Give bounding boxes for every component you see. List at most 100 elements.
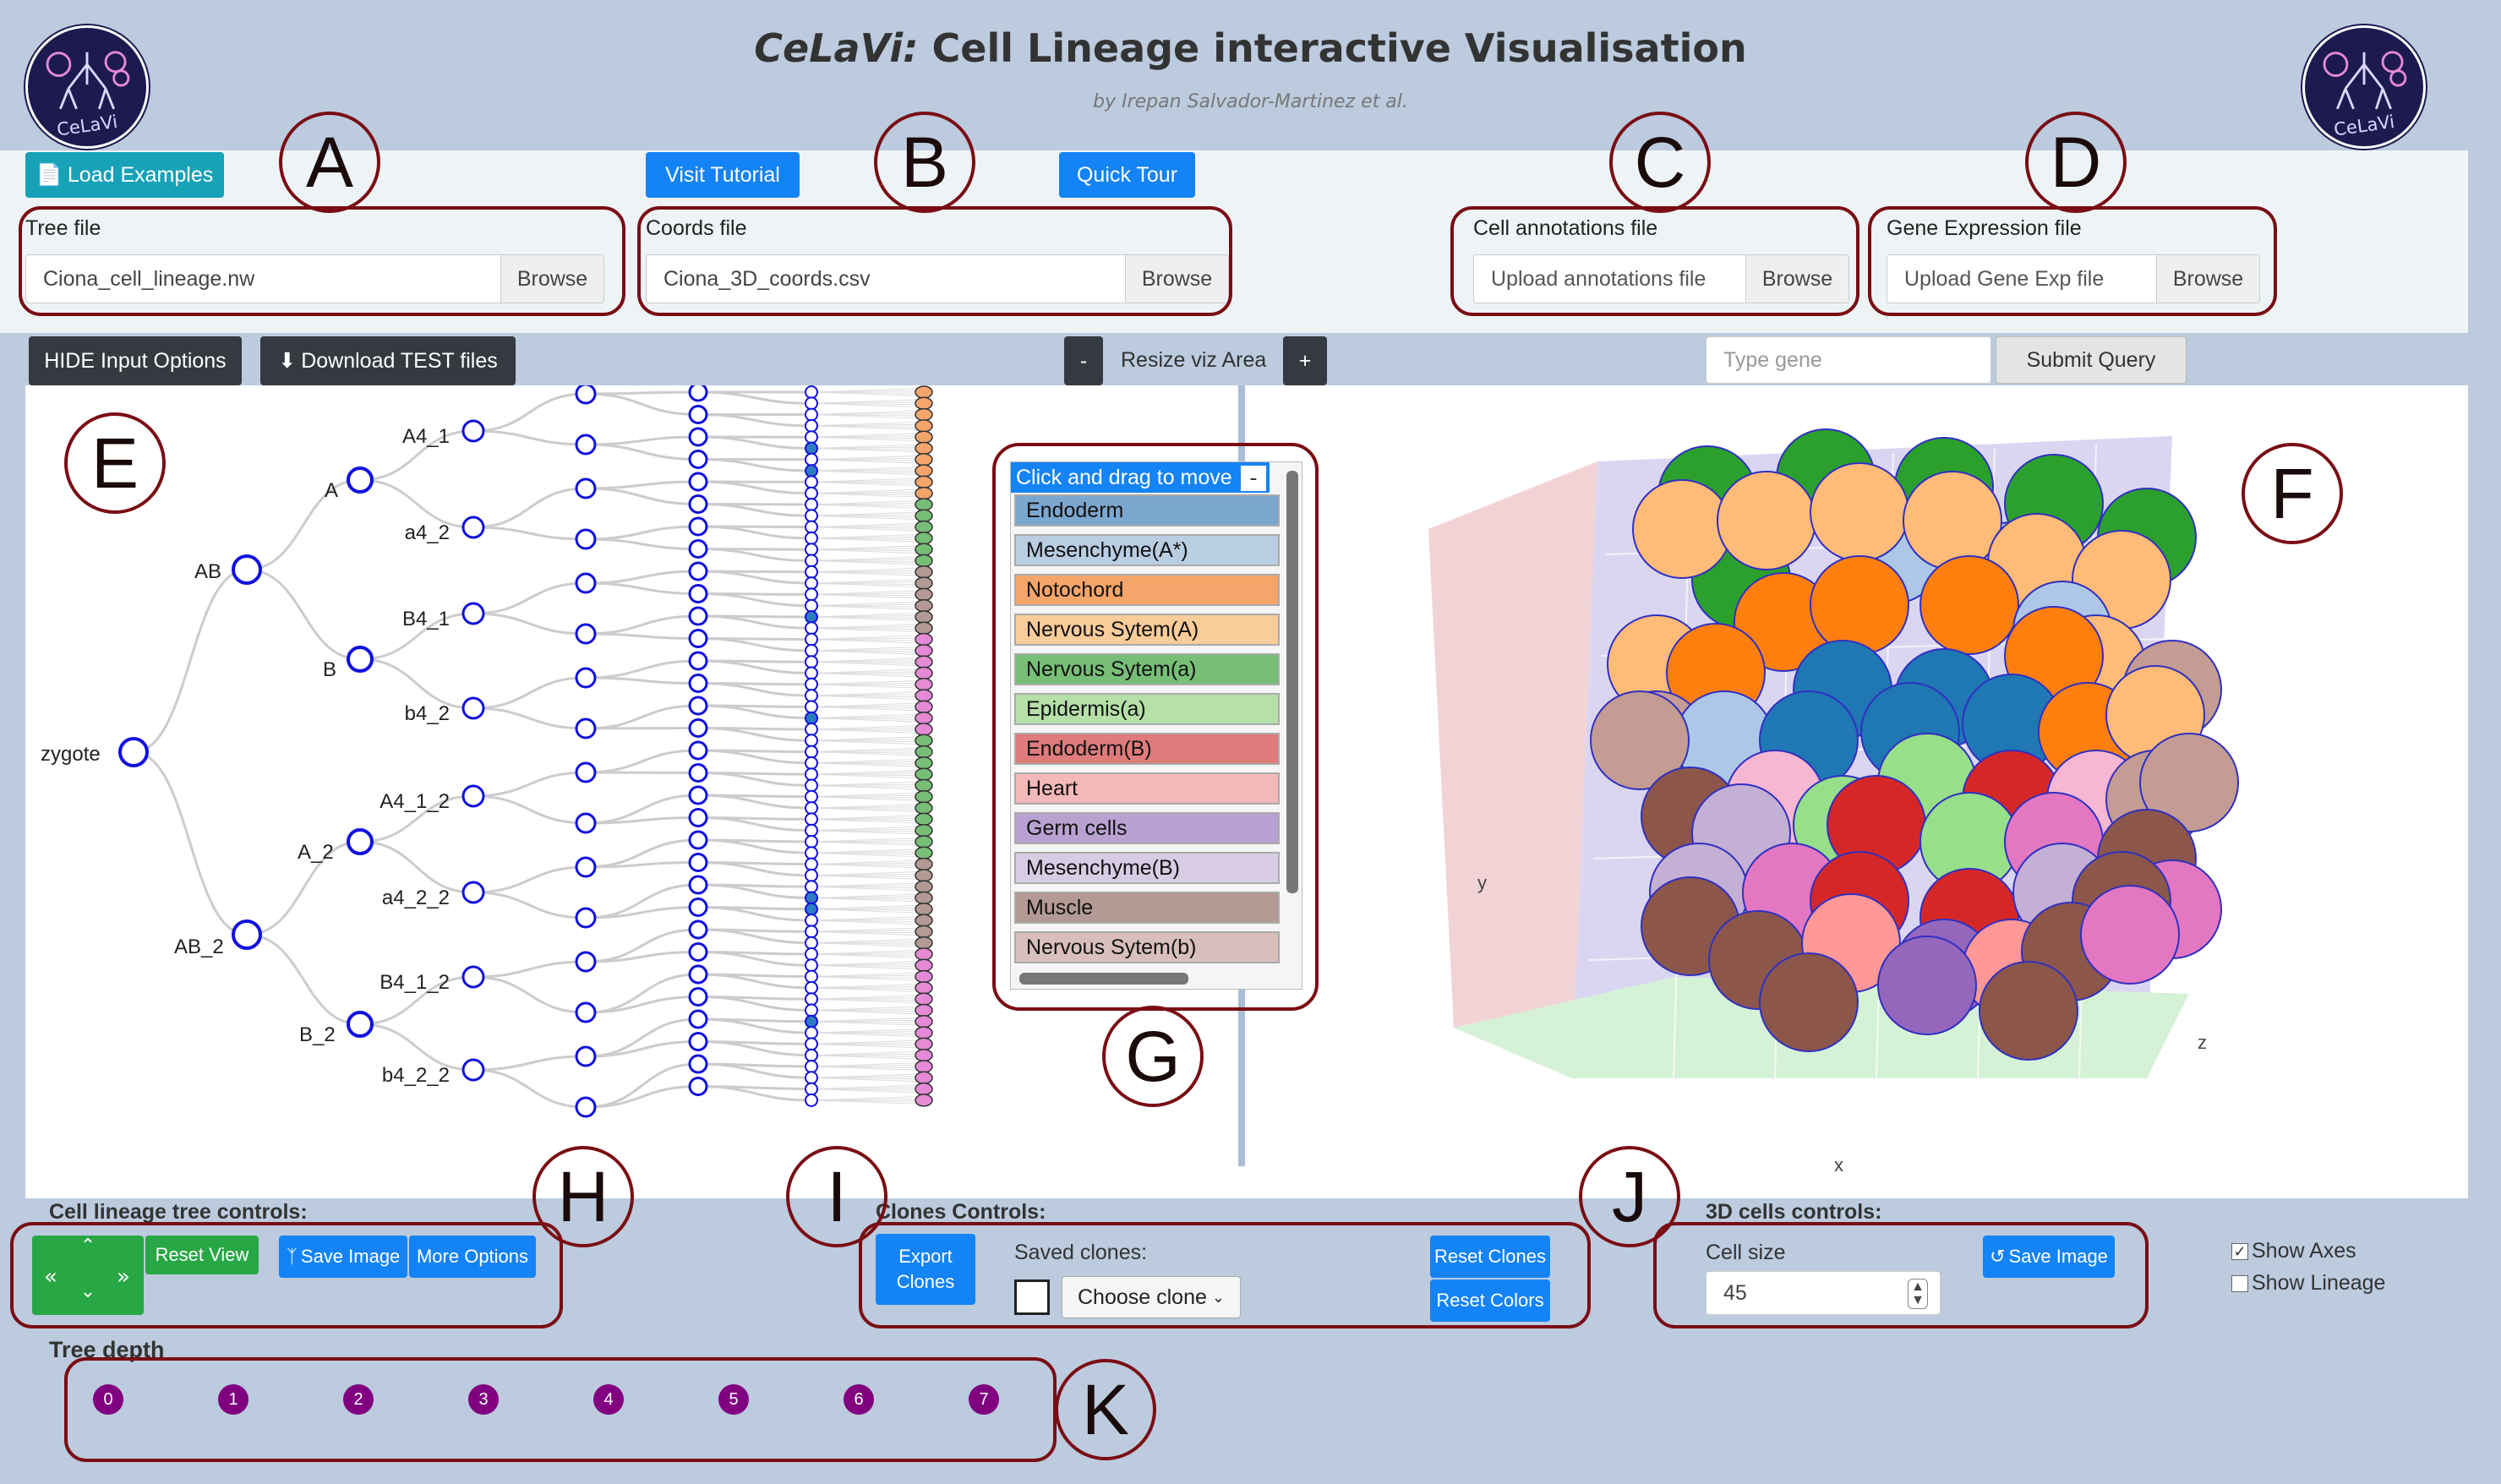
tree-node[interactable] [805,745,818,759]
tree-node[interactable] [805,700,818,714]
tree-node[interactable] [688,1054,708,1074]
tree-node[interactable] [688,674,708,693]
tree-leaf[interactable] [915,947,933,961]
tree-node[interactable] [805,1014,818,1028]
tree-node[interactable] [232,554,262,585]
tree-leaf[interactable] [915,992,933,1006]
tree-leaf[interactable] [915,520,933,534]
tree-node[interactable] [805,655,818,669]
cell-sphere[interactable] [1759,952,1859,1052]
tree-node[interactable] [575,717,597,739]
tree-node[interactable] [575,477,597,499]
tree-node[interactable] [688,740,708,761]
tree-leaf[interactable] [915,823,933,837]
tree-node[interactable] [461,516,485,539]
tree-node[interactable] [805,756,818,770]
tree-leaf[interactable] [915,1048,933,1062]
tree-node[interactable] [805,1060,818,1073]
tree-node[interactable] [688,718,708,738]
tree-leaf[interactable] [915,1003,933,1018]
tree-node[interactable] [461,696,485,720]
tree-node[interactable] [805,441,818,456]
cell-sphere[interactable] [1810,555,1909,655]
load-examples-button[interactable]: 📄 Load Examples [25,152,224,198]
tree-node[interactable] [805,1026,818,1040]
tree-node[interactable] [805,598,818,613]
tree-node[interactable] [688,897,708,917]
grow-viz-button[interactable]: + [1283,336,1327,385]
tree-node[interactable] [347,1011,374,1038]
tree-node[interactable] [688,494,708,514]
tree-node[interactable] [347,828,374,855]
tree-node[interactable] [805,677,818,691]
tree-leaf[interactable] [915,801,933,815]
tree-node[interactable] [688,942,708,962]
visit-tutorial-button[interactable]: Visit Tutorial [646,152,800,198]
tree-node[interactable] [805,610,818,624]
tree-node[interactable] [805,1003,818,1018]
tree-leaf[interactable] [915,453,933,466]
tree-leaf[interactable] [915,1060,933,1073]
tree-leaf[interactable] [915,1082,933,1096]
tree-node[interactable] [805,734,818,748]
tree-node[interactable] [805,520,818,534]
tree-node[interactable] [461,602,485,625]
tree-node[interactable] [688,1077,708,1096]
tree-leaf[interactable] [915,464,933,477]
tree-leaf[interactable] [915,543,933,556]
tree-node[interactable] [805,947,818,961]
tree-node[interactable] [461,1058,485,1082]
tree-node[interactable] [688,964,708,985]
tree-leaf[interactable] [915,734,933,748]
tree-node[interactable] [461,784,485,808]
tree-node[interactable] [805,430,818,445]
tree-node[interactable] [805,1071,818,1085]
tree-leaf[interactable] [915,925,933,939]
tree-leaf[interactable] [915,869,933,882]
cell-sphere[interactable] [2080,885,2180,985]
tree-node[interactable] [805,643,818,657]
tree-node[interactable] [805,778,818,793]
tree-node[interactable] [805,486,818,500]
tree-node[interactable] [688,919,708,940]
tree-node[interactable] [805,554,818,568]
tree-leaf[interactable] [915,1026,933,1039]
tree-node[interactable] [688,427,708,447]
tree-node[interactable] [805,925,818,939]
tree-node[interactable] [805,711,818,725]
tree-node[interactable] [688,830,708,850]
tree-node[interactable] [688,808,708,827]
tree-node[interactable] [805,418,818,433]
gene-query-input[interactable]: Type gene [1706,336,1991,384]
tree-node[interactable] [805,587,818,602]
tree-node[interactable] [805,396,818,411]
tree-node[interactable] [575,623,597,645]
tree-leaf[interactable] [915,958,933,973]
submit-query-button[interactable]: Submit Query [1996,336,2187,384]
tree-node[interactable] [575,856,597,878]
tree-node[interactable] [805,823,818,837]
show-axes-checkbox[interactable]: ✓ Show Axes [2231,1239,2356,1263]
tree-node[interactable] [805,992,818,1007]
tree-node[interactable] [688,1032,708,1051]
tree-leaf[interactable] [915,846,933,860]
tree-node[interactable] [805,969,818,984]
tree-node[interactable] [575,761,597,783]
cell-sphere[interactable] [1903,471,2002,570]
tree-leaf[interactable] [915,914,933,927]
tree-node[interactable] [575,572,597,594]
tree-node[interactable] [805,531,818,545]
tree-leaf[interactable] [915,587,933,602]
tree-node[interactable] [461,965,485,989]
quick-tour-button[interactable]: Quick Tour [1059,152,1195,198]
tree-node[interactable] [688,651,708,671]
tree-node[interactable] [347,466,374,494]
tree-leaf[interactable] [915,666,933,680]
tree-node[interactable] [805,385,818,399]
tree-leaf[interactable] [915,655,933,668]
tree-leaf[interactable] [915,981,933,995]
tree-node[interactable] [805,846,818,860]
shrink-viz-button[interactable]: - [1064,336,1103,385]
tree-leaf[interactable] [915,610,933,624]
tree-leaf[interactable] [915,486,933,500]
